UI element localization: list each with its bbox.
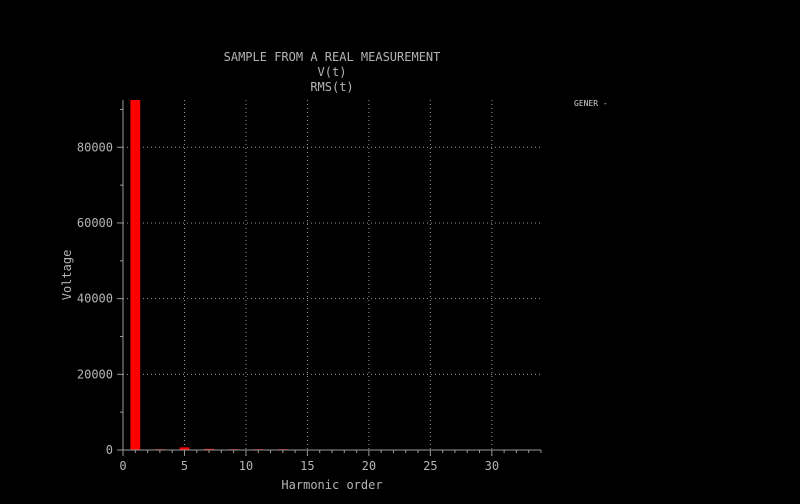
harmonic-chart: 0 5 10 15 20 25 30 0 20000 40000 60000 80000 SAMPLE… xyxy=(0,0,800,500)
bars-layer xyxy=(130,100,288,450)
y-axis-label: Voltage xyxy=(60,250,74,301)
y-tick-label: 60000 xyxy=(77,216,113,230)
x-tick-label: 20 xyxy=(362,459,376,473)
legend-entry: GENER - xyxy=(574,99,608,108)
axes-layer xyxy=(122,100,541,451)
x-tick-label: 25 xyxy=(423,459,437,473)
chart-subtitle-rms: RMS(t) xyxy=(310,80,353,94)
x-tick-label: 30 xyxy=(485,459,499,473)
x-tick-label: 5 xyxy=(181,459,188,473)
chart-title: SAMPLE FROM A REAL MEASUREMENT xyxy=(224,50,441,64)
x-tick-label: 0 xyxy=(119,459,126,473)
y-tick-label: 20000 xyxy=(77,367,113,381)
ticks-layer: 0 5 10 15 20 25 30 0 20000 40000 60000 80000 xyxy=(77,108,542,473)
x-axis-label: Harmonic order xyxy=(281,478,382,492)
grid-layer xyxy=(123,100,541,450)
x-tick-label: 10 xyxy=(239,459,253,473)
chart-svg: 0 5 10 15 20 25 30 0 20000 40000 60000 80000 SAMPLE… xyxy=(60,50,608,492)
y-tick-label: 80000 xyxy=(77,140,113,154)
chart-subtitle-vt: V(t) xyxy=(318,65,347,79)
harmonic-bar xyxy=(130,100,141,450)
y-tick-label: 40000 xyxy=(77,292,113,306)
x-tick-label: 15 xyxy=(300,459,314,473)
y-tick-label: 0 xyxy=(106,443,113,457)
